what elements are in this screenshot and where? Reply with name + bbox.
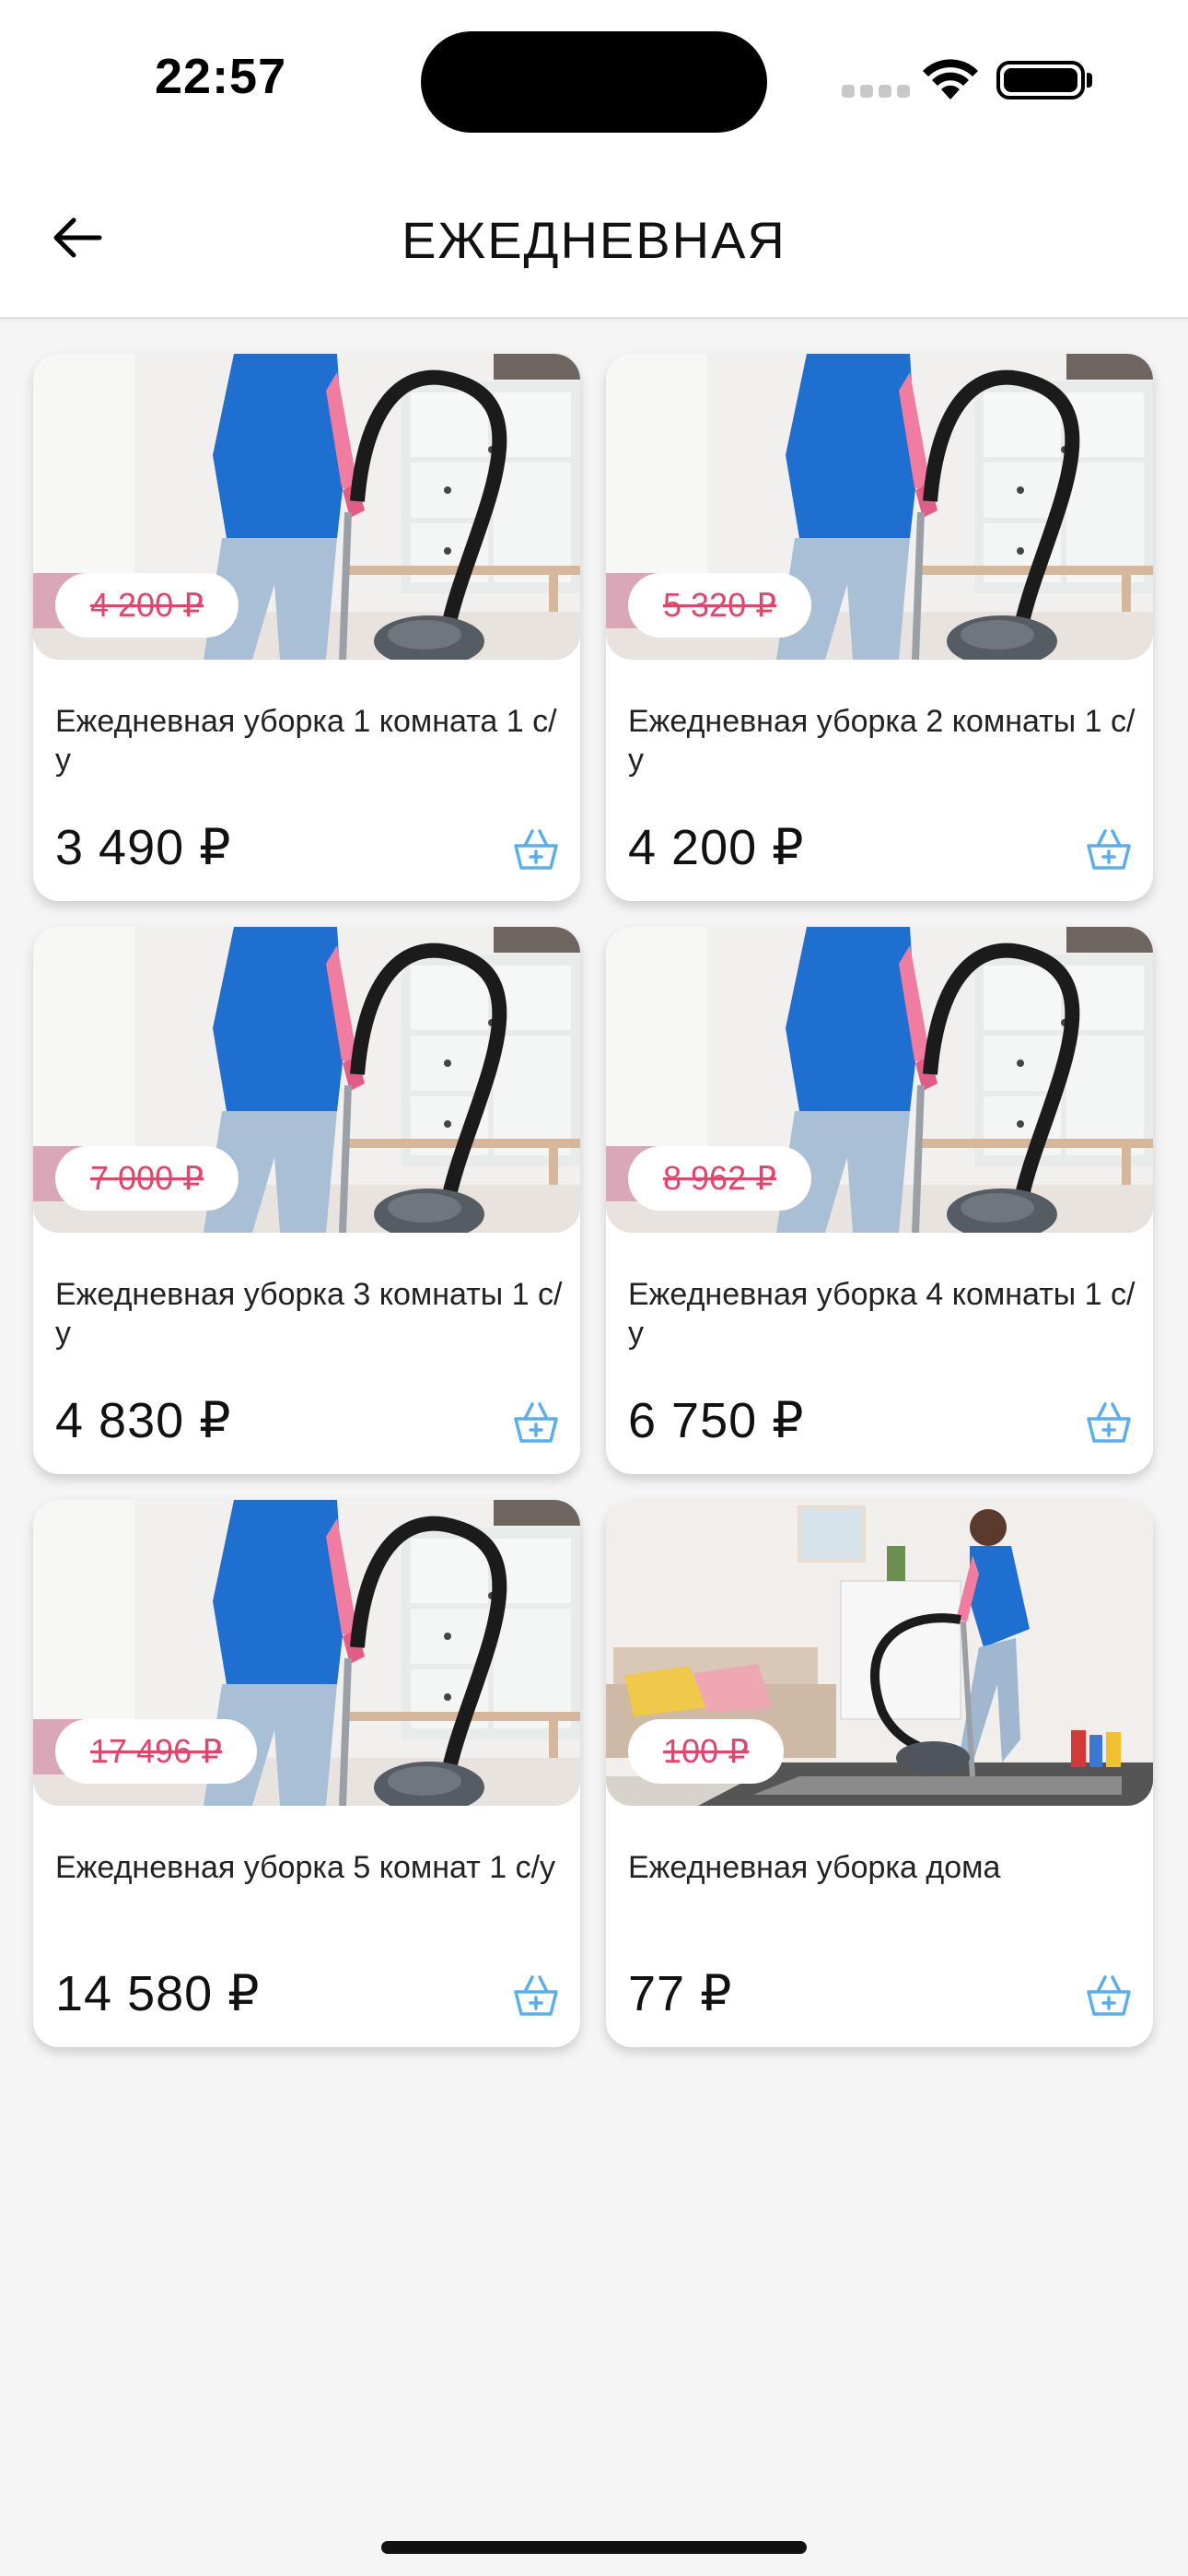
basket-add-icon[interactable] <box>1085 1399 1133 1446</box>
battery-icon <box>996 61 1085 100</box>
product-price: 77 ₽ <box>628 1966 733 2021</box>
wifi-icon <box>923 59 978 100</box>
product-card[interactable]: 100 ₽ Ежедневная уборка дома 77 ₽ <box>606 1500 1153 2047</box>
page-title: ЕЖЕДНЕВНАЯ <box>402 211 786 269</box>
old-price-badge: 8 962 ₽ <box>628 1146 811 1211</box>
product-card[interactable]: 17 496 ₽ Ежедневная уборка 5 комнат 1 с/… <box>33 1500 580 2047</box>
product-title: Ежедневная уборка дома <box>628 1850 1001 1885</box>
product-card[interactable]: 5 320 ₽ Ежедневная уборка 2 комнаты 1 с/… <box>606 354 1153 901</box>
product-price: 6 750 ₽ <box>628 1393 805 1448</box>
product-card[interactable]: 8 962 ₽ Ежедневная уборка 4 комнаты 1 с/… <box>606 927 1153 1474</box>
product-card[interactable]: 4 200 ₽ Ежедневная уборка 1 комната 1 с/… <box>33 354 580 901</box>
basket-add-icon[interactable] <box>512 825 560 873</box>
old-price-badge: 4 200 ₽ <box>55 573 239 638</box>
product-title: Ежедневная уборка 4 комнаты 1 с/у <box>628 1277 1136 1351</box>
old-price-badge: 7 000 ₽ <box>55 1146 239 1211</box>
status-bar: 22:57 <box>0 0 1188 157</box>
product-price: 14 580 ₽ <box>55 1966 261 2021</box>
basket-add-icon[interactable] <box>512 1972 560 2020</box>
product-title: Ежедневная уборка 5 комнат 1 с/у <box>55 1850 556 1885</box>
product-price: 4 830 ₽ <box>55 1393 232 1448</box>
status-time: 22:57 <box>155 49 287 104</box>
battery-tip <box>1087 73 1092 88</box>
product-price: 3 490 ₽ <box>55 820 232 875</box>
product-price: 4 200 ₽ <box>628 820 805 875</box>
old-price-badge: 17 496 ₽ <box>55 1719 258 1784</box>
product-title: Ежедневная уборка 1 комната 1 с/у <box>55 704 557 778</box>
app-header: ЕЖЕДНЕВНАЯ <box>0 157 1188 319</box>
product-title: Ежедневная уборка 2 комнаты 1 с/у <box>628 704 1136 778</box>
dynamic-island <box>421 31 767 133</box>
basket-add-icon[interactable] <box>512 1399 560 1446</box>
old-price-badge: 100 ₽ <box>628 1719 784 1784</box>
product-card[interactable]: 7 000 ₽ Ежедневная уборка 3 комнаты 1 с/… <box>33 927 580 1474</box>
old-price-badge: 5 320 ₽ <box>628 573 811 638</box>
product-title: Ежедневная уборка 3 комнаты 1 с/у <box>55 1277 563 1351</box>
basket-add-icon[interactable] <box>1085 825 1133 873</box>
home-indicator[interactable] <box>381 2541 807 2554</box>
product-grid: 4 200 ₽ Ежедневная уборка 1 комната 1 с/… <box>33 354 1155 2047</box>
basket-add-icon[interactable] <box>1085 1972 1133 2020</box>
